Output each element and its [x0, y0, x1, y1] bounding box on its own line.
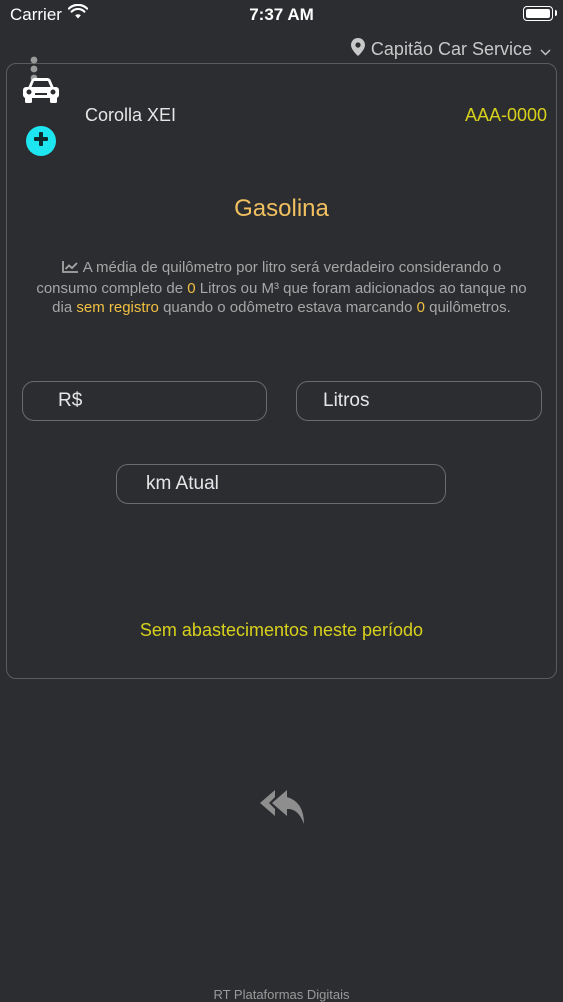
location-selector[interactable]: Capitão Car Service [350, 38, 551, 61]
current-km-input[interactable]: km Atual [116, 464, 446, 504]
price-input[interactable]: R$ [22, 381, 267, 421]
vehicle-name: Corolla XEI [85, 105, 177, 125]
info-text-3: quando o odômetro estava marcando [163, 299, 413, 316]
liters-input-label: Litros [323, 390, 370, 411]
vehicle-plate: AAA-0000 [464, 105, 547, 125]
add-button[interactable] [26, 126, 56, 156]
vehicle-card [6, 63, 557, 679]
info-odometer: 0 [416, 299, 425, 316]
fuel-type-title: Gasolina [234, 195, 329, 222]
plus-icon [32, 130, 50, 153]
price-input-label: R$ [58, 390, 83, 411]
current-km-input-label: km Atual [146, 473, 219, 494]
car-icon [21, 76, 61, 111]
trend-chart-icon [61, 259, 79, 279]
liters-input[interactable]: Litros [296, 381, 542, 421]
consumption-info: A média de quilômetro por litro será ver… [30, 258, 533, 318]
location-pin-icon [350, 38, 365, 61]
reply-all-icon[interactable] [258, 788, 306, 831]
info-date: sem registro [76, 299, 159, 316]
info-liters: 0 [187, 279, 196, 297]
chevron-down-icon [540, 45, 551, 59]
status-time: 7:37 AM [249, 5, 314, 24]
status-bar: Carrier 7:37 AM [0, 0, 563, 30]
battery-icon [523, 6, 557, 21]
location-name: Capitão Car Service [370, 39, 532, 59]
info-text-4: quilômetros. [429, 299, 511, 316]
empty-refuel-message: Sem abastecimentos neste período [139, 620, 424, 640]
